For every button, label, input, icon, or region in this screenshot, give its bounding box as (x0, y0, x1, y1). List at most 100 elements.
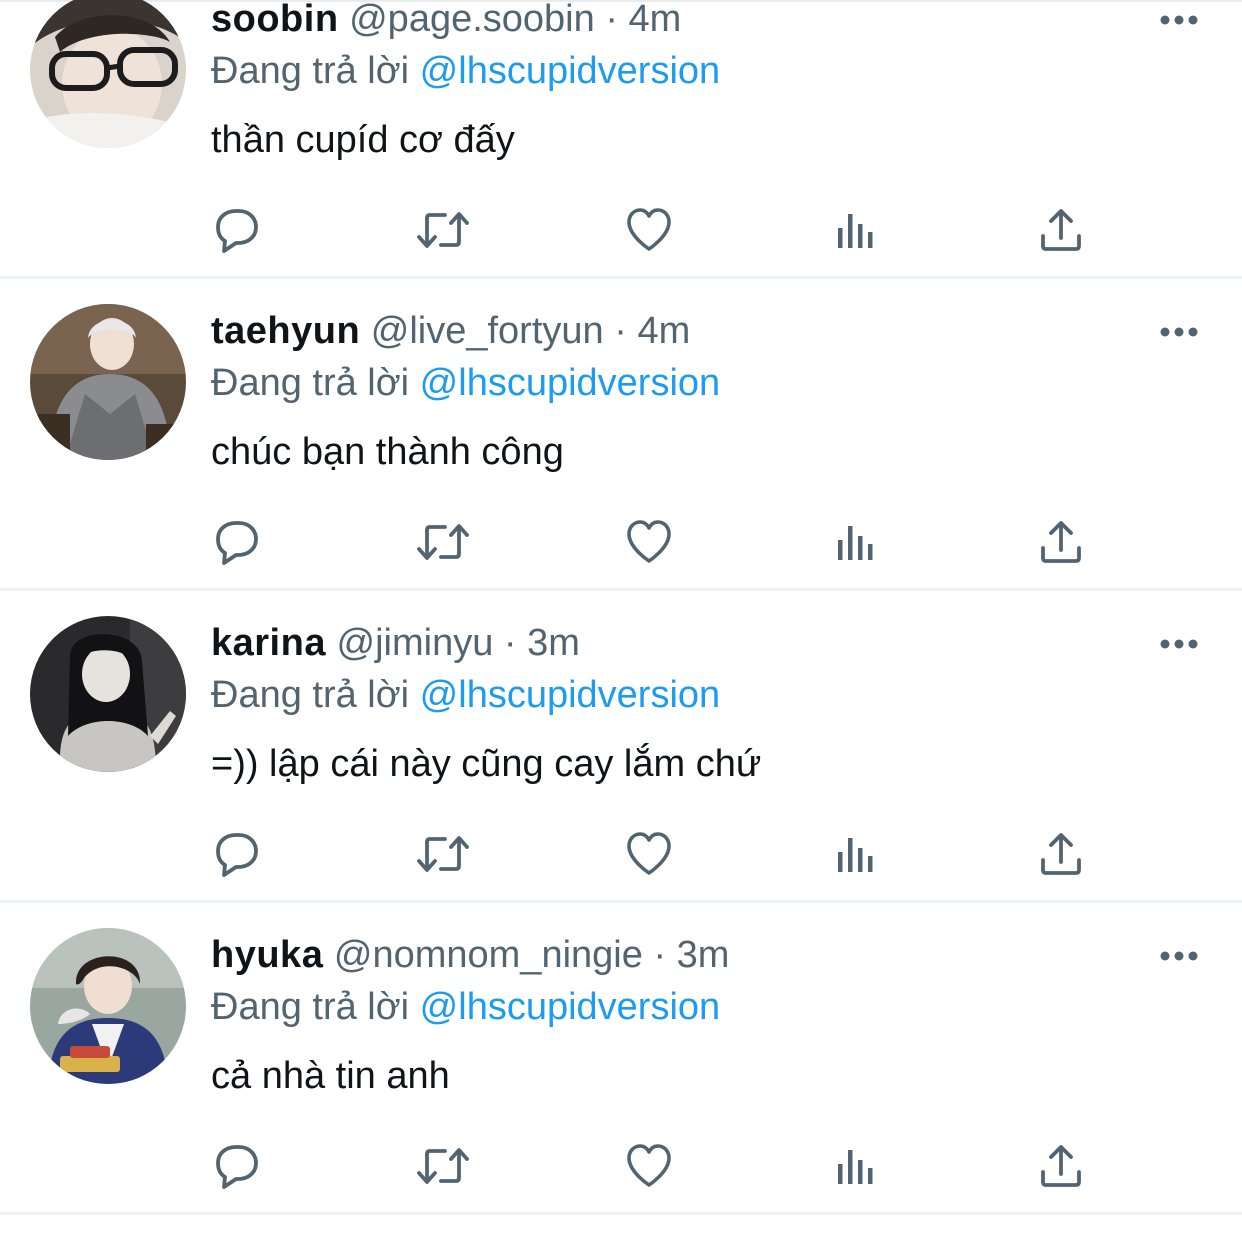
display-name[interactable]: karina (211, 622, 326, 664)
tweet-text: =)) lập cái này cũng cay lắm chứ (211, 743, 762, 785)
like-icon (627, 1144, 671, 1187)
views-icon (838, 1150, 873, 1184)
reply-prefix: Đang trả lời (211, 674, 410, 716)
action-bar (0, 824, 1242, 884)
more-options-button[interactable] (1158, 636, 1200, 652)
reply-prefix: Đang trả lời (211, 50, 410, 92)
reply-prefix: Đang trả lời (211, 362, 410, 404)
reply-context: Đang trả lời @lhscupidversion (211, 983, 720, 1031)
more-options-button[interactable] (1158, 948, 1200, 964)
reply-button[interactable] (207, 200, 267, 260)
tweet-item[interactable]: hyuka @nomnom_ningie · 3m Đang trả lời @… (0, 928, 1242, 1248)
reply-icon (216, 209, 258, 253)
display-name[interactable]: soobin (211, 0, 339, 40)
retweet-button[interactable] (413, 824, 473, 884)
tweet-header: soobin @page.soobin · 4m (211, 0, 681, 42)
timestamp[interactable]: 3m (527, 622, 580, 664)
user-handle[interactable]: @live_fortyun (371, 310, 604, 352)
tweet-header: taehyun @live_fortyun · 4m (211, 308, 690, 354)
share-icon (1041, 833, 1081, 875)
reply-button[interactable] (207, 824, 267, 884)
display-name[interactable]: hyuka (211, 934, 323, 976)
share-button[interactable] (1031, 1136, 1091, 1196)
like-icon (627, 832, 671, 875)
tweet-header: karina @jiminyu · 3m (211, 620, 580, 666)
timestamp[interactable]: 4m (637, 310, 690, 352)
share-button[interactable] (1031, 824, 1091, 884)
tweet-divider (0, 588, 1242, 591)
action-bar (0, 512, 1242, 572)
share-button[interactable] (1031, 512, 1091, 572)
like-button[interactable] (619, 512, 679, 572)
user-handle[interactable]: @jiminyu (337, 622, 494, 664)
tweet-item[interactable]: karina @jiminyu · 3m Đang trả lời @lhscu… (0, 616, 1242, 936)
retweet-icon (417, 836, 469, 872)
reply-context: Đang trả lời @lhscupidversion (211, 359, 720, 407)
display-name[interactable]: taehyun (211, 310, 360, 352)
action-bar (0, 1136, 1242, 1196)
like-icon (627, 520, 671, 563)
views-icon (838, 838, 873, 872)
tweet-text: chúc bạn thành công (211, 431, 564, 473)
reply-mention[interactable]: @lhscupidversion (420, 674, 721, 716)
views-icon (838, 526, 873, 560)
separator-dot: · (605, 0, 618, 40)
share-icon (1041, 1145, 1081, 1187)
reply-icon (216, 521, 258, 565)
views-button[interactable] (826, 824, 886, 884)
tweet-item[interactable]: soobin @page.soobin · 4m Đang trả lời @l… (0, 0, 1242, 312)
share-button[interactable] (1031, 200, 1091, 260)
timestamp[interactable]: 4m (629, 0, 682, 40)
retweet-button[interactable] (413, 512, 473, 572)
tweet-header: hyuka @nomnom_ningie · 3m (211, 932, 729, 978)
avatar[interactable] (30, 0, 186, 148)
retweet-button[interactable] (413, 200, 473, 260)
reply-prefix: Đang trả lời (211, 986, 410, 1028)
like-button[interactable] (619, 824, 679, 884)
like-button[interactable] (619, 1136, 679, 1196)
more-options-button[interactable] (1158, 324, 1200, 340)
avatar[interactable] (30, 616, 186, 772)
separator-dot: · (614, 310, 627, 352)
retweet-icon (417, 1148, 469, 1184)
tweet-text: thần cupíd cơ đấy (211, 119, 515, 161)
like-icon (627, 208, 671, 251)
more-icon (1160, 15, 1198, 25)
tweet-divider (0, 1212, 1242, 1215)
avatar[interactable] (30, 304, 186, 460)
like-button[interactable] (619, 200, 679, 260)
tweet-text: cả nhà tin anh (211, 1055, 450, 1097)
views-button[interactable] (826, 200, 886, 260)
retweet-icon (417, 524, 469, 560)
reply-mention[interactable]: @lhscupidversion (420, 50, 721, 92)
reply-button[interactable] (207, 1136, 267, 1196)
more-options-button[interactable] (1158, 12, 1200, 28)
tweet-divider (0, 276, 1242, 279)
separator-dot: · (653, 934, 667, 976)
user-handle[interactable]: @nomnom_ningie (334, 934, 643, 976)
share-icon (1041, 521, 1081, 563)
reply-icon (216, 1145, 258, 1189)
reply-mention[interactable]: @lhscupidversion (420, 362, 721, 404)
separator-dot: · (503, 622, 517, 664)
retweet-button[interactable] (413, 1136, 473, 1196)
views-icon (838, 214, 873, 248)
views-button[interactable] (826, 1136, 886, 1196)
avatar[interactable] (30, 928, 186, 1084)
reply-icon (216, 833, 258, 877)
user-handle[interactable]: @page.soobin (349, 0, 595, 40)
reply-mention[interactable]: @lhscupidversion (420, 986, 721, 1028)
retweet-icon (417, 212, 469, 248)
tweet-item[interactable]: taehyun @live_fortyun · 4m Đang trả lời … (0, 304, 1242, 624)
share-icon (1041, 209, 1081, 251)
tweet-divider (0, 900, 1242, 903)
views-button[interactable] (826, 512, 886, 572)
timestamp[interactable]: 3m (677, 934, 730, 976)
more-icon (1160, 639, 1198, 649)
reply-button[interactable] (207, 512, 267, 572)
action-bar (0, 200, 1242, 260)
more-icon (1160, 327, 1198, 337)
reply-context: Đang trả lời @lhscupidversion (211, 671, 720, 719)
more-icon (1160, 951, 1198, 961)
reply-context: Đang trả lời @lhscupidversion (211, 47, 720, 95)
